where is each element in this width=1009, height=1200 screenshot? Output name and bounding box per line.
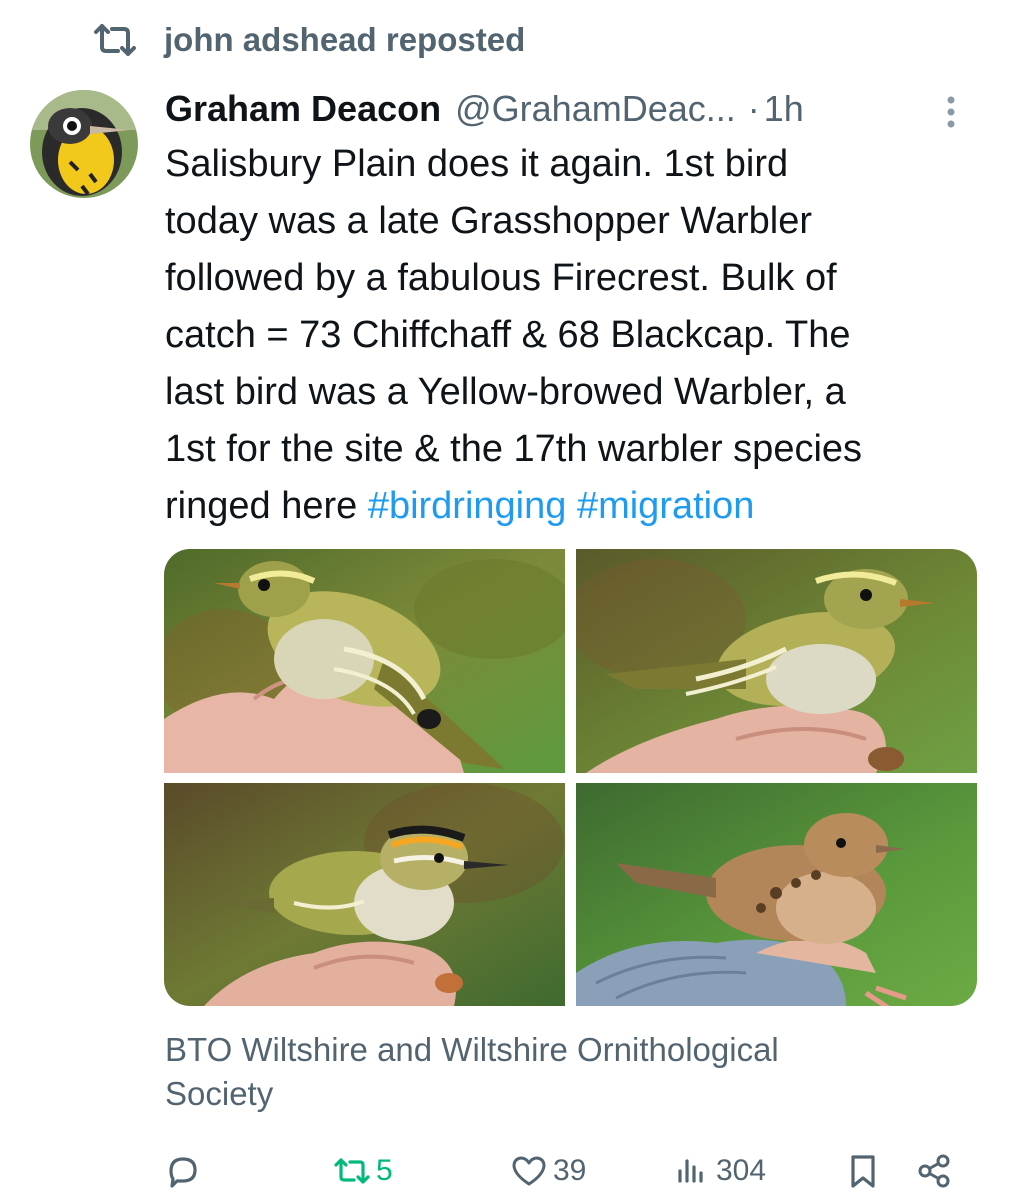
tweet-header: Graham Deacon @GrahamDeac... · 1h: [165, 86, 969, 132]
views-count: 304: [716, 1154, 767, 1187]
media-grid: [164, 549, 977, 1006]
repost-count: 5: [376, 1154, 393, 1187]
tweet-line: followed by a fabulous Firecrest. Bulk o…: [165, 257, 837, 299]
warbler-photo: [164, 549, 565, 773]
photo-grasshopper-warbler[interactable]: [576, 783, 977, 1006]
like-count: 39: [553, 1154, 587, 1187]
author-handle[interactable]: @GrahamDeac...: [455, 88, 736, 130]
repost-button[interactable]: 5: [332, 1145, 393, 1197]
avatar[interactable]: [30, 90, 138, 198]
repost-label: john adshead reposted: [164, 21, 526, 58]
timestamp[interactable]: 1h: [764, 88, 804, 130]
media-caption[interactable]: BTO Wiltshire and Wiltshire Ornithologic…: [165, 1028, 945, 1116]
tweet-line: today was a late Grasshopper Warbler: [165, 200, 813, 242]
share-icon: [918, 1154, 950, 1188]
hashtag-birdringing[interactable]: #birdringing: [368, 485, 567, 527]
avatar-image: [30, 90, 138, 198]
bookmark-button[interactable]: [843, 1145, 883, 1197]
tweet-line: catch = 73 Chiffchaff & 68 Blackcap. The: [165, 314, 851, 356]
photo-firecrest[interactable]: [164, 783, 565, 1006]
like-button[interactable]: 39: [509, 1145, 586, 1197]
tweet-text-fragment: ringed here: [165, 485, 358, 527]
photo-yellow-browed-warbler-right[interactable]: [576, 549, 977, 773]
bookmark-icon: [851, 1155, 875, 1188]
grasshopper-warbler-photo: [576, 783, 977, 1006]
warbler-photo: [576, 549, 977, 773]
reply-button[interactable]: [163, 1145, 203, 1197]
firecrest-photo: [164, 783, 565, 1006]
reply-icon: [169, 1157, 197, 1188]
action-bar: 5 39 304: [0, 1145, 1009, 1197]
repost-icon: [94, 24, 136, 56]
photo-yellow-browed-warbler-left[interactable]: [164, 549, 565, 773]
separator-dot: ·: [747, 88, 760, 129]
caption-line: BTO Wiltshire and Wiltshire Ornithologic…: [165, 1031, 779, 1068]
tweet-line: 1st for the site & the 17th warbler spec…: [165, 428, 863, 470]
tweet-line: last bird was a Yellow-browed Warbler, a: [165, 371, 846, 413]
repost-indicator[interactable]: john adshead reposted: [92, 18, 525, 62]
author-name[interactable]: Graham Deacon: [165, 88, 441, 130]
views-icon: [678, 1159, 703, 1183]
tweet-line: Salisbury Plain does it again. 1st bird: [165, 143, 789, 185]
views-button[interactable]: 304: [672, 1145, 766, 1197]
tweet-body: Salisbury Plain does it again. 1st bird …: [165, 136, 975, 535]
heart-icon: [512, 1156, 546, 1186]
share-button[interactable]: [915, 1145, 955, 1197]
repost-icon: [334, 1158, 370, 1184]
caption-line: Society: [165, 1075, 274, 1112]
tweet-line-last: ringed here #birdringing #migration: [165, 478, 975, 535]
more-options-icon[interactable]: [941, 92, 961, 132]
hashtag-migration[interactable]: #migration: [577, 485, 754, 527]
